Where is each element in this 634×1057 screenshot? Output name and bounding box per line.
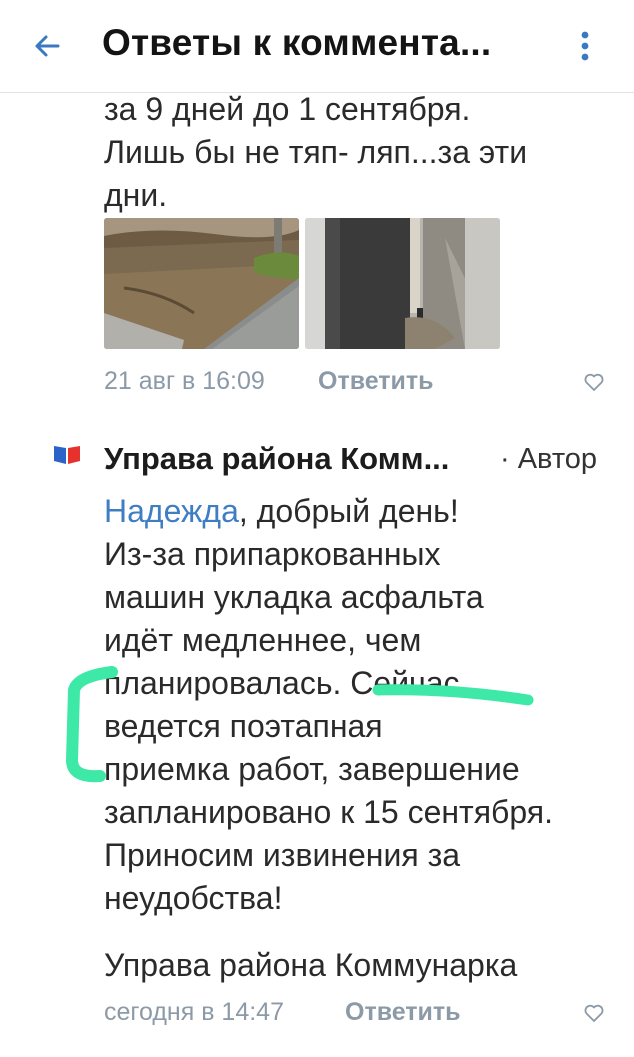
heart-outline-icon[interactable] [582,1001,606,1025]
comment-line-text: , добрый день! [238,493,459,529]
author-badge: · Автор [500,443,598,475]
photo-thumbnail[interactable] [104,218,299,349]
comment-signature: Управа района Коммунарка [104,947,518,983]
comment-line: ведется поэтапная [104,708,383,744]
author-name[interactable]: Управа района Комм... [104,441,449,477]
comment-line: Надежда, добрый день! [104,490,614,533]
comment-line: Лишь бы не тяп- ляп...за эти [104,134,528,170]
comment-timestamp: 21 авг в 16:09 [104,367,265,395]
comment-line: за 9 дней до 1 сентября. [104,91,471,127]
comment-line: приемка работ, завершение [104,751,520,787]
reply-button[interactable]: Ответить [345,998,461,1027]
comment-line: дни. [104,177,168,213]
comment-text: Надежда, добрый день! Из-за припаркованн… [104,490,614,920]
community-avatar-icon[interactable] [52,443,82,465]
heart-outline-icon[interactable] [582,370,606,394]
comment-timestamp: сегодня в 14:47 [104,998,284,1026]
comment-line: Приносим извинения за [104,837,461,873]
arrow-left-icon[interactable] [26,24,70,68]
more-vertical-icon[interactable] [570,24,600,68]
comment-line: идёт медленнее, чем [104,622,422,658]
comment-text: за 9 дней до 1 сентября. Лишь бы не тяп-… [104,88,604,217]
comment-line: машин укладка асфальта [104,579,484,615]
comment-line: Из-за припаркованных [104,536,441,572]
mention-link[interactable]: Надежда [104,493,239,529]
page-title: Ответы к коммента... [102,22,492,63]
comment-line: планировалась. Сейчас [104,665,460,701]
reply-button[interactable]: Ответить [318,367,434,396]
top-app-bar: Ответы к коммента... [0,0,634,93]
photo-thumbnail[interactable] [305,218,500,349]
comment-line: неудобства! [104,880,283,916]
comment-line: запланировано к 15 сентября. [104,794,554,830]
